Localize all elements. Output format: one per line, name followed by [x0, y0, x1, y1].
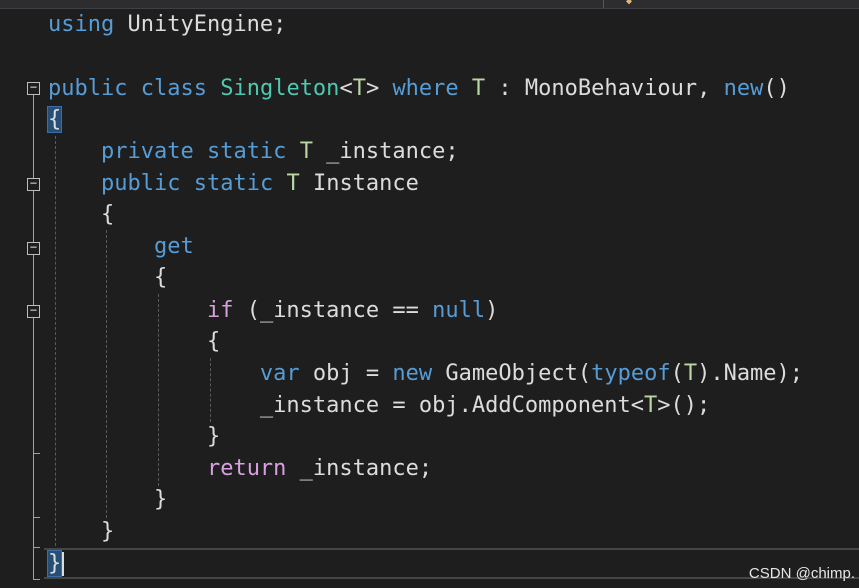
- code-token: get: [153, 234, 194, 259]
- code-token: _instance;: [312, 139, 459, 164]
- fold-region-line: [33, 191, 34, 242]
- code-token: static: [193, 171, 274, 196]
- code-token: GameObject(: [432, 361, 592, 386]
- code-token: <: [339, 76, 353, 101]
- code-token: using: [48, 12, 115, 37]
- code-token: new: [392, 361, 433, 386]
- code-token: static: [206, 139, 287, 164]
- code-line[interactable]: _instance = obj.AddComponent<T>();: [48, 391, 710, 421]
- code-token: typeof: [591, 361, 671, 386]
- document-tab[interactable]: ◆: [603, 0, 859, 8]
- code-line[interactable]: }: [48, 422, 220, 452]
- code-token: public: [48, 76, 128, 101]
- code-token: (_instance ==: [233, 298, 433, 323]
- fold-region-line: [33, 95, 34, 178]
- code-line[interactable]: get: [48, 232, 194, 262]
- fold-region-end: [33, 579, 40, 580]
- fold-region-end: [33, 517, 40, 518]
- code-token: T: [299, 139, 313, 164]
- code-token: _instance;: [286, 456, 433, 481]
- code-line[interactable]: {: [48, 200, 114, 230]
- code-token: }: [48, 487, 168, 512]
- code-token: ): [485, 298, 499, 323]
- code-token: obj =: [299, 361, 393, 386]
- code-token: where: [392, 76, 459, 101]
- document-tab-strip: ◆: [0, 0, 859, 9]
- code-token: Instance: [299, 171, 419, 196]
- code-token: T: [644, 393, 658, 418]
- code-line[interactable]: }: [48, 517, 114, 547]
- current-line-highlight: [44, 548, 859, 579]
- code-token: var: [259, 361, 300, 386]
- code-line[interactable]: private static T _instance;: [48, 137, 459, 167]
- code-token: (): [763, 76, 790, 101]
- code-token: _instance = obj.AddComponent<: [48, 393, 645, 418]
- code-token: UnityEngine;: [114, 12, 287, 37]
- editor-gutter: − − − −: [0, 0, 44, 588]
- tab-file-icon: ◆: [626, 0, 633, 7]
- code-token: ).Name);: [697, 361, 804, 386]
- code-token: >: [365, 76, 393, 101]
- fold-region-end: [33, 453, 40, 454]
- code-token: return: [206, 456, 287, 481]
- code-token: T: [471, 76, 486, 101]
- code-token: if: [206, 298, 234, 323]
- code-line[interactable]: {: [48, 327, 220, 357]
- code-line[interactable]: }: [48, 485, 167, 515]
- code-token: T: [286, 171, 300, 196]
- code-token: private: [100, 139, 194, 164]
- code-token: }: [48, 519, 115, 544]
- code-line[interactable]: return _instance;: [48, 454, 432, 484]
- code-token: >();: [657, 393, 711, 418]
- code-line[interactable]: {: [46, 105, 63, 135]
- code-token: {: [48, 202, 115, 227]
- code-token: }: [48, 424, 221, 449]
- code-token: null: [432, 298, 486, 323]
- fold-region-end: [33, 547, 40, 548]
- code-token: Singleton: [220, 76, 340, 101]
- fold-toggle-getter[interactable]: −: [27, 241, 40, 255]
- fold-toggle-class[interactable]: −: [27, 81, 40, 95]
- code-token: {: [48, 329, 221, 354]
- fold-region-line: [33, 318, 34, 580]
- code-line[interactable]: using UnityEngine;: [48, 10, 286, 40]
- watermark: CSDN @chimp.: [748, 565, 855, 582]
- fold-toggle-property[interactable]: −: [27, 177, 40, 191]
- code-token: {: [48, 265, 168, 290]
- code-line[interactable]: public class Singleton<T> where T : Mono…: [48, 74, 790, 104]
- code-line[interactable]: if (_instance == null): [48, 296, 498, 326]
- code-token: T: [683, 361, 698, 386]
- code-token: T: [352, 76, 366, 101]
- code-line[interactable]: public static T Instance: [48, 169, 419, 199]
- code-token: class: [140, 76, 207, 101]
- code-token: new: [723, 76, 764, 101]
- fold-region-line: [33, 255, 34, 305]
- code-token: {: [46, 106, 63, 133]
- code-token: public: [100, 171, 181, 196]
- code-token: : MonoBehaviour,: [485, 76, 724, 101]
- code-line[interactable]: var obj = new GameObject(typeof(T).Name)…: [48, 359, 803, 389]
- fold-toggle-if[interactable]: −: [27, 304, 40, 318]
- code-token: (: [670, 361, 684, 386]
- code-line[interactable]: {: [48, 263, 167, 293]
